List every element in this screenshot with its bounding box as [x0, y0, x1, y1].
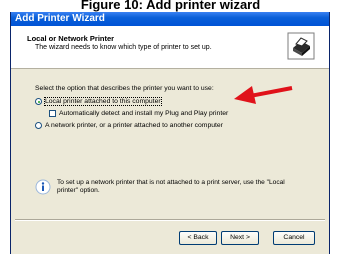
window-title-bar[interactable]: Add Printer Wizard	[11, 12, 329, 26]
window-title: Add Printer Wizard	[15, 13, 105, 24]
local-printer-label: Local printer attached to this computer	[44, 97, 162, 106]
auto-detect-option[interactable]: Automatically detect and install my Plug…	[49, 110, 228, 117]
wizard-header: Local or Network Printer The wizard need…	[11, 26, 329, 69]
wizard-body: Select the option that describes the pri…	[11, 69, 329, 219]
add-printer-wizard-window: Add Printer Wizard Local or Network Prin…	[10, 12, 330, 254]
cancel-button[interactable]: Cancel	[273, 231, 315, 245]
network-printer-radio[interactable]	[35, 122, 42, 129]
local-printer-radio[interactable]	[35, 98, 42, 105]
info-text: To set up a network printer that is not …	[57, 179, 285, 194]
printer-icon	[287, 32, 315, 60]
auto-detect-checkbox[interactable]	[49, 110, 56, 117]
local-printer-option[interactable]: Local printer attached to this computer	[35, 97, 162, 106]
option-prompt: Select the option that describes the pri…	[35, 85, 214, 92]
network-printer-label: A network printer, or a printer attached…	[45, 122, 223, 129]
network-printer-option[interactable]: A network printer, or a printer attached…	[35, 122, 223, 129]
info-note: To set up a network printer that is not …	[35, 179, 287, 195]
auto-detect-label: Automatically detect and install my Plug…	[59, 110, 229, 117]
footer-divider	[15, 219, 325, 221]
header-subtitle: The wizard needs to know which type of p…	[35, 44, 212, 51]
header-title: Local or Network Printer	[27, 34, 115, 43]
info-icon	[35, 179, 51, 195]
next-button[interactable]: Next >	[221, 231, 259, 245]
back-button[interactable]: < Back	[179, 231, 217, 245]
